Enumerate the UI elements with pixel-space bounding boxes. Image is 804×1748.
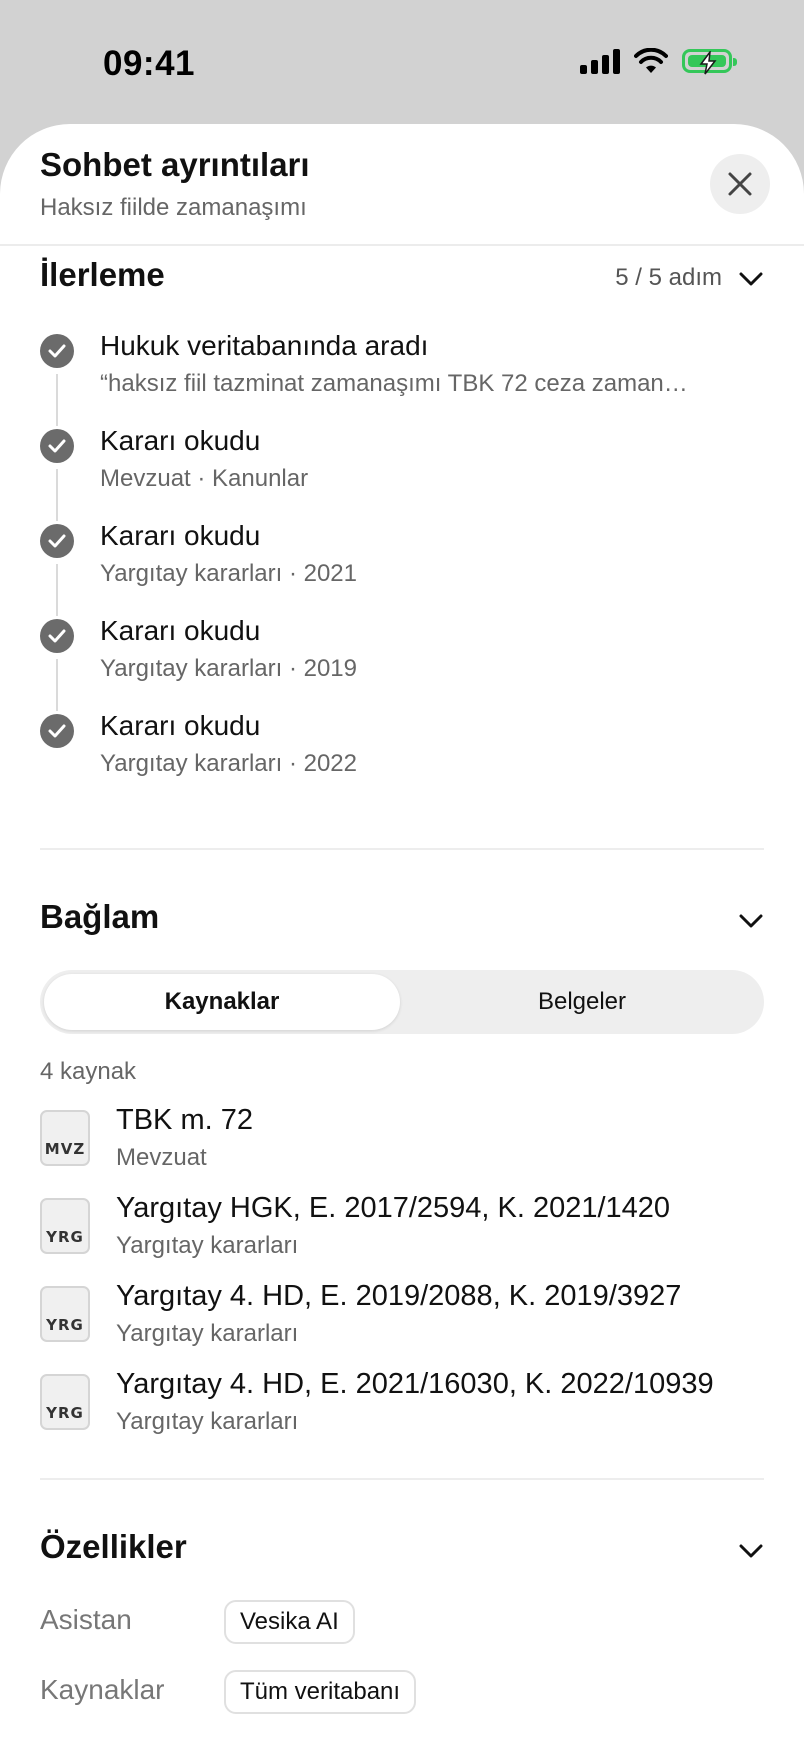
- source-subtitle: Mevzuat: [116, 1144, 207, 1171]
- source-subtitle: Yargıtay kararları: [116, 1408, 299, 1435]
- source-title: Yargıtay 4. HD, E. 2019/2088, K. 2019/39…: [116, 1280, 682, 1312]
- progress-step: Hukuk veritabanında aradı “haksız fiil t…: [40, 330, 770, 426]
- progress-step: Kararı okudu Mevzuat · Kanunlar: [40, 425, 770, 521]
- step-connector: [56, 374, 58, 426]
- section-divider: [40, 1478, 764, 1480]
- tab-documents[interactable]: Belgeler: [404, 974, 760, 1030]
- source-badge: MVZ: [40, 1110, 90, 1166]
- source-badge: YRG: [40, 1374, 90, 1430]
- step-title: Kararı okudu: [100, 520, 261, 551]
- sheet-subtitle: Haksız fiilde zamanaşımı: [40, 194, 307, 221]
- progress-step: Kararı okudu Yargıtay kararları · 2022: [40, 710, 770, 805]
- step-detail: Yargıtay kararları · 2022: [100, 750, 358, 777]
- status-bar: 09:41: [0, 0, 804, 124]
- progress-count[interactable]: 5 / 5 adım: [615, 264, 722, 292]
- signal-icon: [580, 48, 620, 74]
- source-title: Yargıtay HGK, E. 2017/2594, K. 2021/1420: [116, 1192, 671, 1224]
- check-circle-icon: [40, 429, 74, 463]
- progress-steps: Hukuk veritabanında aradı “haksız fiil t…: [40, 330, 770, 805]
- property-chip-assistant: Vesika AI: [224, 1600, 355, 1644]
- status-icons: [580, 48, 737, 75]
- check-circle-icon: [40, 714, 74, 748]
- source-title: TBK m. 72: [116, 1104, 253, 1136]
- source-badge: YRG: [40, 1198, 90, 1254]
- sheet-header: Sohbet ayrıntıları Haksız fiilde zamanaş…: [0, 124, 804, 246]
- check-circle-icon: [40, 619, 74, 653]
- step-title: Kararı okudu: [100, 615, 261, 646]
- source-item[interactable]: YRG Yargıtay 4. HD, E. 2019/2088, K. 201…: [40, 1280, 770, 1374]
- source-badge: YRG: [40, 1286, 90, 1342]
- source-item[interactable]: MVZ TBK m. 72 Mevzuat: [40, 1104, 770, 1198]
- chevron-down-icon[interactable]: [738, 912, 764, 930]
- step-detail: “haksız fiil tazminat zamanaşımı TBK 72 …: [100, 370, 688, 397]
- step-title: Kararı okudu: [100, 425, 261, 456]
- status-time: 09:41: [103, 44, 196, 83]
- progress-step: Kararı okudu Yargıtay kararları · 2021: [40, 520, 770, 616]
- source-subtitle: Yargıtay kararları: [116, 1232, 299, 1259]
- step-title: Kararı okudu: [100, 710, 261, 741]
- source-item[interactable]: YRG Yargıtay 4. HD, E. 2021/16030, K. 20…: [40, 1368, 770, 1462]
- context-title: Bağlam: [40, 898, 160, 935]
- source-title: Yargıtay 4. HD, E. 2021/16030, K. 2022/1…: [116, 1368, 714, 1400]
- source-item[interactable]: YRG Yargıtay HGK, E. 2017/2594, K. 2021/…: [40, 1192, 770, 1286]
- progress-title: İlerleme: [40, 256, 165, 293]
- step-detail: Mevzuat · Kanunlar: [100, 465, 309, 492]
- step-title: Hukuk veritabanında aradı: [100, 330, 429, 361]
- wifi-icon: [634, 48, 668, 73]
- sheet-title: Sohbet ayrıntıları: [40, 146, 310, 183]
- step-detail: Yargıtay kararları · 2019: [100, 655, 358, 682]
- step-connector: [56, 659, 58, 711]
- tab-sources[interactable]: Kaynaklar: [44, 974, 400, 1030]
- check-circle-icon: [40, 524, 74, 558]
- source-subtitle: Yargıtay kararları: [116, 1320, 299, 1347]
- chat-details-sheet: Sohbet ayrıntıları Haksız fiilde zamanaş…: [0, 124, 804, 1748]
- chevron-down-icon[interactable]: [738, 1542, 764, 1560]
- properties-title: Özellikler: [40, 1528, 187, 1565]
- battery-icon: [682, 49, 737, 75]
- property-label-sources: Kaynaklar: [40, 1674, 165, 1705]
- chevron-down-icon[interactable]: [738, 270, 764, 288]
- progress-step: Kararı okudu Yargıtay kararları · 2019: [40, 615, 770, 711]
- check-circle-icon: [40, 334, 74, 368]
- source-count: 4 kaynak: [40, 1058, 137, 1085]
- close-button[interactable]: [710, 154, 770, 214]
- step-detail: Yargıtay kararları · 2021: [100, 560, 358, 587]
- close-icon: [728, 172, 752, 196]
- step-connector: [56, 469, 58, 521]
- step-connector: [56, 564, 58, 616]
- context-segmented-control: Kaynaklar Belgeler: [40, 970, 764, 1034]
- property-chip-sources: Tüm veritabanı: [224, 1670, 417, 1714]
- property-label-assistant: Asistan: [40, 1604, 132, 1635]
- section-divider: [40, 848, 764, 850]
- source-list: MVZ TBK m. 72 Mevzuat YRG Yargıtay HGK, …: [40, 1104, 770, 1462]
